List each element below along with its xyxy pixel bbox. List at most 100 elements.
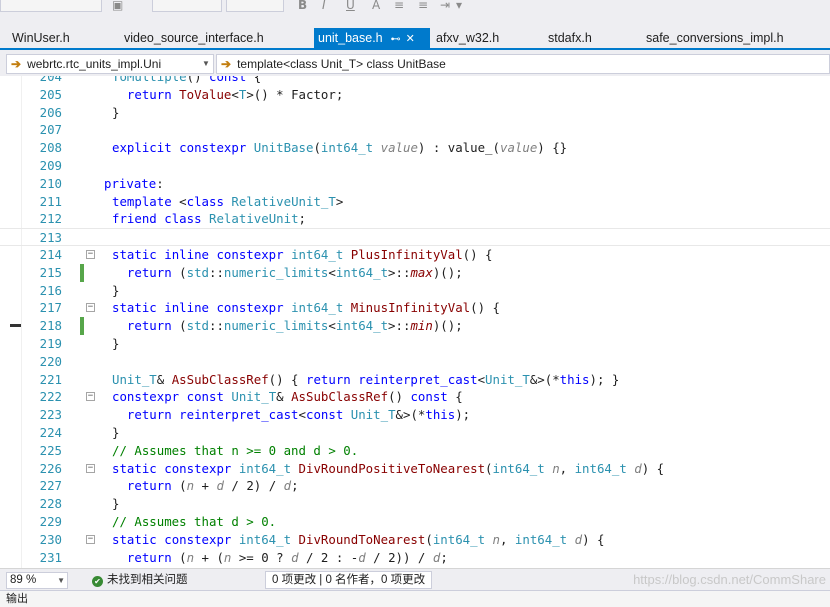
code-text: return (n + d / 2) / d;: [126, 478, 299, 494]
code-line[interactable]: 212 friend class RelativeUnit;: [0, 210, 830, 228]
collapse-icon[interactable]: −: [86, 463, 95, 473]
code-line[interactable]: 213: [0, 228, 830, 246]
italic-icon[interactable]: I: [322, 0, 326, 11]
code-line[interactable]: 229 // Assumes that d > 0.: [0, 513, 830, 531]
code-line[interactable]: 217 − static inline constexpr int64_t Minu…: [0, 299, 830, 317]
code-line[interactable]: 224}: [0, 424, 830, 442]
line-number: 231: [39, 549, 62, 565]
code-text: static constexpr int64_t DivRoundPositiv…: [112, 460, 665, 476]
line-number: 230: [39, 531, 62, 547]
collapse-icon[interactable]: −: [86, 250, 95, 259]
tab-video-source-interface[interactable]: video_source_interface.h: [120, 28, 268, 48]
tab-label: safe_conversions_impl.h: [646, 31, 784, 45]
line-number: 208: [39, 140, 62, 156]
tab-label: stdafx.h: [548, 31, 592, 45]
tab-label: afxv_w32.h: [436, 31, 500, 45]
scope-dropdown[interactable]: ➔ template<class Unit_T> class UnitBase: [216, 54, 830, 74]
project-name: webrtc.rtc_units_impl.Uni: [27, 57, 162, 71]
overflow-icon[interactable]: ▾: [456, 0, 462, 11]
project-dropdown[interactable]: ➔ webrtc.rtc_units_impl.Uni ▼: [6, 54, 214, 74]
find-combo[interactable]: [152, 0, 222, 12]
code-text: template <class RelativeUnit_T>: [112, 193, 344, 209]
underline-icon[interactable]: U: [346, 0, 355, 11]
pin-icon[interactable]: ⊷: [391, 34, 401, 45]
tab-winuser[interactable]: WinUser.h: [8, 28, 74, 48]
code-line[interactable]: 221 Unit_T& AsSubClassRef() { return rein…: [0, 371, 830, 389]
zoom-dropdown[interactable]: 89 % ▼: [6, 572, 68, 589]
list-icon[interactable]: ≡: [418, 0, 428, 11]
code-text: static constexpr int64_t DivRoundToNeare…: [112, 531, 605, 547]
solution-config-dropdown[interactable]: [0, 0, 102, 12]
code-text: friend class RelativeUnit;: [112, 211, 307, 227]
line-number: 216: [39, 282, 62, 298]
code-line[interactable]: 214 − static inline constexpr int64_t Plus…: [0, 246, 830, 264]
issues-text: 未找到相关问题: [107, 574, 188, 586]
collapse-icon[interactable]: −: [86, 392, 95, 402]
output-label: 输出: [6, 593, 28, 605]
line-number: 222: [39, 389, 62, 405]
chevron-down-icon[interactable]: ▼: [57, 573, 65, 588]
change-marker: [80, 263, 84, 282]
status-bar: 89 % ▼ ✔ 未找到相关问题 0 项更改 | 0 名作者，0 项更改 http…: [0, 568, 830, 590]
align-icon[interactable]: ≡: [394, 0, 404, 11]
code-text: Unit_T& AsSubClassRef() { return reinter…: [112, 371, 620, 387]
code-line[interactable]: 227 return (n + d / 2) / d;: [0, 477, 830, 495]
code-line[interactable]: 222 − constexpr const Unit_T& AsSubClassRe…: [0, 388, 830, 406]
output-panel-header[interactable]: 输出: [0, 590, 830, 607]
code-line[interactable]: 223 return reinterpret_cast<const Unit_T…: [0, 406, 830, 424]
tab-safe-conversions-impl[interactable]: safe_conversions_impl.h: [642, 28, 788, 48]
zoom-level: 89 %: [10, 574, 37, 586]
code-line[interactable]: 215 return (std::numeric_limits<int64_t>…: [0, 263, 830, 282]
code-line[interactable]: 226 − static constexpr int64_t DivRoundPos…: [0, 460, 830, 478]
code-text: ToMultiple() const {: [112, 76, 262, 84]
line-number: 229: [39, 514, 62, 529]
tab-label: video_source_interface.h: [124, 31, 264, 45]
arrow-right-icon: ➔: [221, 57, 232, 71]
code-text: static inline constexpr int64_t PlusInfi…: [112, 247, 493, 262]
code-line[interactable]: 219}: [0, 335, 830, 353]
code-line[interactable]: 208 explicit constexpr UnitBase(int64_t v…: [0, 139, 830, 157]
code-line[interactable]: 218 return (std::numeric_limits<int64_t>…: [0, 317, 830, 335]
code-line[interactable]: 216}: [0, 282, 830, 300]
issues-indicator[interactable]: ✔ 未找到相关问题: [92, 573, 188, 588]
code-text: // Assumes that n >= 0 and d > 0.: [112, 442, 359, 458]
font-color-icon[interactable]: A: [372, 0, 380, 11]
scope-name: template<class Unit_T> class UnitBase: [237, 57, 446, 71]
code-text: }: [112, 425, 120, 440]
code-line[interactable]: 228}: [0, 495, 830, 513]
code-line[interactable]: 204 ToMultiple() const {: [0, 76, 830, 86]
close-icon[interactable]: ✕: [406, 33, 415, 45]
code-editor[interactable]: 204 ToMultiple() const {205 return ToValu…: [0, 76, 830, 568]
line-number: 227: [39, 478, 62, 494]
watermark: https://blog.csdn.net/CommShare: [633, 572, 826, 587]
collapse-icon[interactable]: −: [86, 303, 95, 313]
font-combo[interactable]: [226, 0, 284, 12]
document-tabs: WinUser.h video_source_interface.h unit_…: [0, 28, 830, 50]
line-number: 212: [39, 211, 62, 227]
tab-stdafx[interactable]: stdafx.h: [544, 28, 596, 48]
code-line[interactable]: 206}: [0, 104, 830, 122]
check-circle-icon: ✔: [92, 576, 103, 587]
code-line[interactable]: 205 return ToValue<T>() * Factor;: [0, 86, 830, 104]
code-line[interactable]: 211 template <class RelativeUnit_T>: [0, 193, 830, 211]
code-line[interactable]: 231 return (n + (n >= 0 ? d / 2 : -d / 2…: [0, 549, 830, 567]
line-number: 213: [39, 230, 62, 246]
indent-icon[interactable]: ⇥: [440, 0, 450, 11]
code-line[interactable]: 220: [0, 353, 830, 371]
code-line[interactable]: 230 − static constexpr int64_t DivRoundToN…: [0, 531, 830, 549]
navigation-bar: ➔ webrtc.rtc_units_impl.Uni ▼ ➔ template<c…: [0, 52, 830, 76]
tab-afxv-w32[interactable]: afxv_w32.h: [432, 28, 503, 48]
collapse-icon[interactable]: −: [86, 534, 95, 544]
chevron-down-icon[interactable]: ▼: [199, 55, 213, 73]
bold-icon[interactable]: B: [298, 0, 307, 11]
toolbar-button-icon[interactable]: ▣: [112, 0, 123, 11]
toolbar: ▣ B I U A ≡ ≡ ⇥ ▾: [0, 0, 830, 28]
codelens-changes[interactable]: 0 项更改 | 0 名作者，0 项更改: [265, 571, 433, 589]
code-line[interactable]: 225 // Assumes that n >= 0 and d > 0.: [0, 442, 830, 460]
code-line[interactable]: 209: [0, 157, 830, 175]
tab-unit-base[interactable]: unit_base.h ⊷ ✕: [314, 28, 430, 48]
line-number: 220: [39, 353, 62, 369]
code-line[interactable]: 210 private:: [0, 175, 830, 193]
code-line[interactable]: 207: [0, 121, 830, 139]
line-number: 221: [39, 371, 62, 387]
